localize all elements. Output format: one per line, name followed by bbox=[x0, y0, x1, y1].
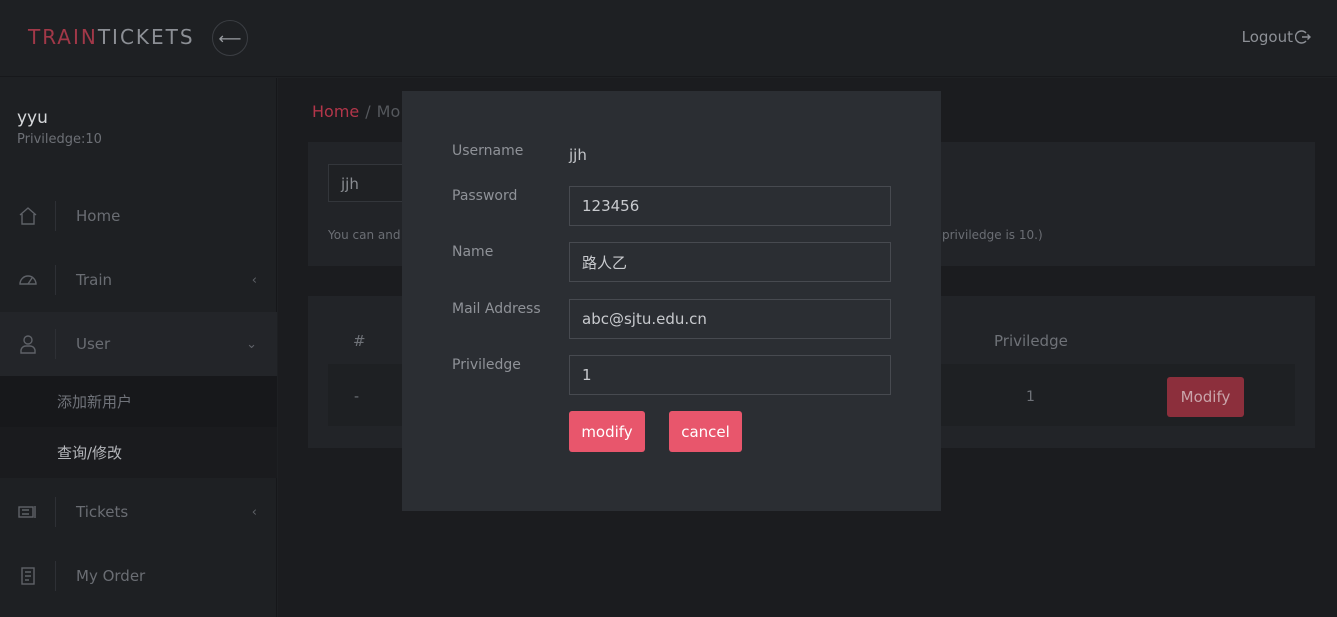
breadcrumb-separator: / bbox=[365, 102, 371, 121]
user-icon bbox=[0, 329, 56, 359]
logo-part-train: TRAIN bbox=[28, 25, 98, 49]
breadcrumb-current: Mo bbox=[376, 102, 401, 121]
cell-priviledge: 1 bbox=[1026, 389, 1035, 405]
mail-address-label: Mail Address bbox=[452, 301, 541, 317]
logout-button[interactable]: Logout bbox=[1242, 28, 1311, 46]
password-field[interactable] bbox=[569, 186, 891, 226]
user-info: yyu Priviledge:10 bbox=[17, 108, 102, 147]
chevron-down-icon: ⌄ bbox=[246, 336, 257, 352]
sidebar: yyu Priviledge:10 Home Train ‹ User ⌄ 添加… bbox=[0, 78, 277, 617]
name-label: Name bbox=[452, 244, 494, 260]
hint-text: You can and bbox=[328, 228, 401, 242]
modify-button[interactable]: modify bbox=[569, 411, 645, 452]
mail-address-field[interactable] bbox=[569, 299, 891, 339]
priviledge-field[interactable] bbox=[569, 355, 891, 395]
sidebar-subitem-query-modify[interactable]: 查询/修改 bbox=[0, 427, 277, 478]
app-logo[interactable]: TRAINTICKETS bbox=[28, 25, 195, 49]
password-label: Password bbox=[452, 188, 518, 204]
back-button[interactable]: ⟵ bbox=[212, 20, 248, 56]
name-field[interactable] bbox=[569, 242, 891, 282]
sidebar-item-label: My Order bbox=[76, 567, 146, 585]
chevron-left-icon: ‹ bbox=[251, 272, 257, 288]
priviledge-label: Priviledge bbox=[452, 357, 521, 373]
user-name: yyu bbox=[17, 108, 48, 128]
sidebar-item-my-order[interactable]: My Order bbox=[0, 544, 277, 608]
hint-text-tail: priviledge is 10.) bbox=[942, 228, 1043, 242]
arrow-left-icon: ⟵ bbox=[218, 28, 242, 48]
sidebar-item-label: Home bbox=[76, 207, 121, 225]
column-header-index: # bbox=[353, 332, 366, 350]
breadcrumb: Home / Mo bbox=[312, 102, 400, 121]
cell-index: - bbox=[354, 389, 360, 405]
sidebar-item-train[interactable]: Train ‹ bbox=[0, 248, 277, 312]
chevron-left-icon: ‹ bbox=[251, 504, 257, 520]
logout-icon bbox=[1295, 30, 1311, 44]
logo-part-tickets: TICKETS bbox=[97, 25, 195, 49]
breadcrumb-home[interactable]: Home bbox=[312, 102, 359, 121]
modify-user-modal: Username jjh Password Name Mail Address … bbox=[402, 91, 941, 511]
sidebar-subitem-add-user[interactable]: 添加新用户 bbox=[0, 376, 277, 427]
cancel-button[interactable]: cancel bbox=[669, 411, 742, 452]
logout-label: Logout bbox=[1241, 28, 1293, 46]
user-privilege: Priviledge:10 bbox=[17, 132, 102, 147]
username-value: jjh bbox=[569, 146, 587, 164]
sidebar-item-label: Train bbox=[76, 271, 112, 289]
sidebar-item-label: Tickets bbox=[76, 503, 129, 521]
top-bar: TRAINTICKETS ⟵ Logout bbox=[0, 0, 1337, 77]
ticket-icon bbox=[0, 497, 56, 527]
subitem-label: 查询/修改 bbox=[57, 444, 123, 462]
username-label: Username bbox=[452, 143, 524, 159]
sidebar-item-label: User bbox=[76, 335, 111, 353]
order-icon bbox=[0, 561, 56, 591]
home-icon bbox=[0, 201, 56, 231]
sidebar-item-tickets[interactable]: Tickets ‹ bbox=[0, 480, 277, 544]
sidebar-item-user[interactable]: User ⌄ bbox=[0, 312, 277, 376]
column-header-priviledge: Priviledge bbox=[994, 332, 1068, 350]
subitem-label: 添加新用户 bbox=[57, 393, 133, 411]
row-modify-button[interactable]: Modify bbox=[1167, 377, 1244, 417]
sidebar-item-home[interactable]: Home bbox=[0, 184, 277, 248]
gauge-icon bbox=[0, 265, 56, 295]
